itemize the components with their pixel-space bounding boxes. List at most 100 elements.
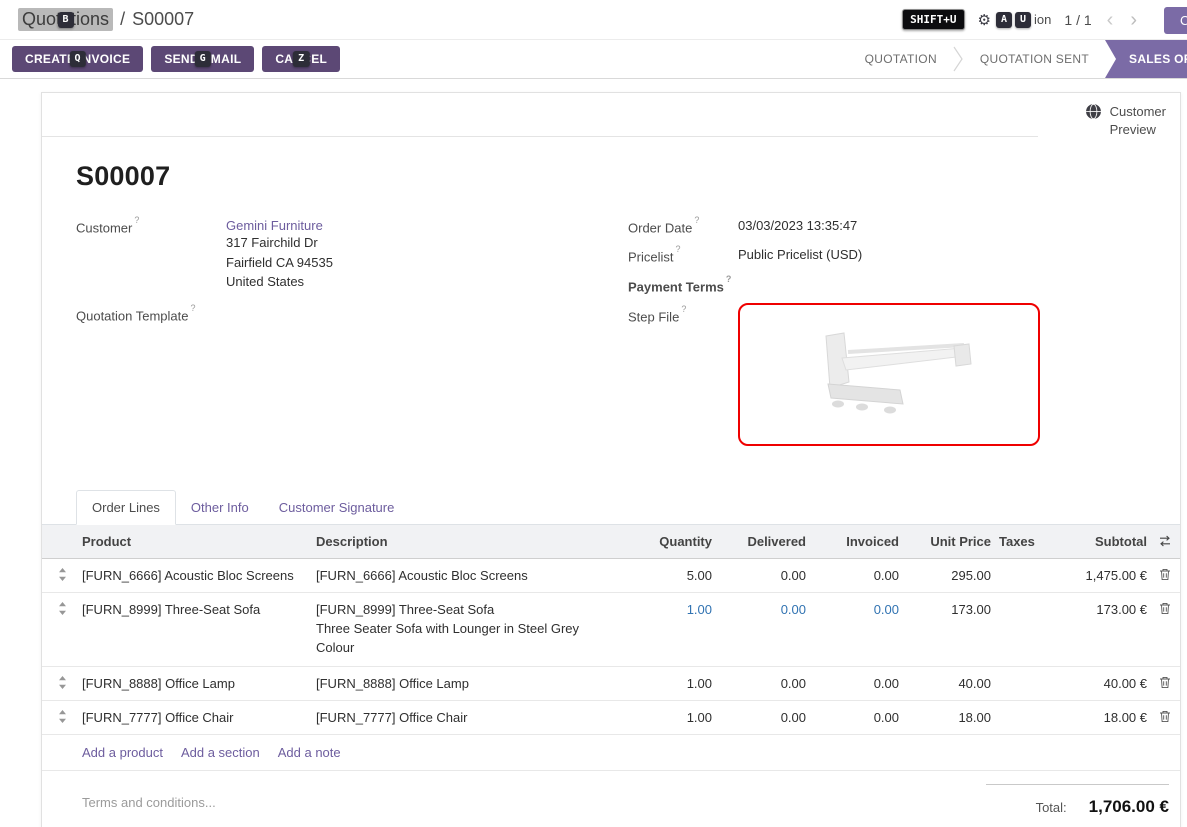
- drag-handle-icon[interactable]: [42, 667, 82, 701]
- payment-terms-field[interactable]: [738, 277, 1180, 295]
- breadcrumb-current: S00007: [132, 9, 194, 30]
- cell-quantity[interactable]: 5.00: [628, 558, 720, 592]
- cell-invoiced[interactable]: 0.00: [814, 701, 907, 735]
- pricelist-field[interactable]: Public Pricelist (USD): [738, 247, 1180, 264]
- pager-previous-icon[interactable]: ‹: [1105, 10, 1116, 30]
- cell-quantity[interactable]: 1.00: [628, 667, 720, 701]
- cell-taxes[interactable]: [999, 667, 1043, 701]
- cell-invoiced[interactable]: 0.00: [814, 667, 907, 701]
- pager[interactable]: 1 / 1: [1064, 12, 1091, 28]
- cell-unit-price[interactable]: 40.00: [907, 667, 999, 701]
- header-quantity: Quantity: [628, 525, 720, 559]
- cell-product[interactable]: [FURN_7777] Office Chair: [82, 701, 316, 735]
- cell-product[interactable]: [FURN_8999] Three-Seat Sofa: [82, 592, 316, 667]
- drag-handle-icon[interactable]: [42, 592, 82, 667]
- stage-quotation-sent[interactable]: QUOTATION SENT: [964, 40, 1105, 78]
- drag-handle-icon[interactable]: [42, 558, 82, 592]
- quotation-template-field[interactable]: [226, 306, 628, 324]
- cell-taxes[interactable]: [999, 592, 1043, 667]
- tab-other-info[interactable]: Other Info: [176, 491, 264, 524]
- statusbar: QUOTATION QUOTATION SENT SALES ORDER: [849, 40, 1187, 78]
- pricelist-label: Pricelist?: [628, 247, 738, 264]
- cell-description[interactable]: [FURN_7777] Office Chair: [316, 701, 628, 735]
- step-file-image[interactable]: [738, 303, 1040, 446]
- hotkey-badge-z: Z: [293, 51, 309, 67]
- pager-next-icon[interactable]: ›: [1128, 10, 1139, 30]
- add-section-link[interactable]: Add a section: [181, 745, 260, 760]
- cell-invoiced[interactable]: 0.00: [814, 592, 907, 667]
- cell-delivered[interactable]: 0.00: [720, 558, 814, 592]
- order-line-row: [FURN_7777] Office Chair [FURN_7777] Off…: [42, 701, 1180, 735]
- cell-unit-price[interactable]: 18.00: [907, 701, 999, 735]
- sheet-divider: [42, 136, 1038, 137]
- cell-delivered[interactable]: 0.00: [720, 667, 814, 701]
- step-file-3d-render: [804, 328, 974, 420]
- delete-row-button[interactable]: [1155, 592, 1180, 667]
- customer-address-line: 317 Fairchild Dr: [226, 233, 628, 253]
- cell-taxes[interactable]: [999, 558, 1043, 592]
- notebook-tabs: Order Lines Other Info Customer Signatur…: [42, 490, 1180, 525]
- order-line-row: [FURN_8999] Three-Seat Sofa [FURN_8999] …: [42, 592, 1180, 667]
- delete-row-button[interactable]: [1155, 558, 1180, 592]
- header-unit-price: Unit Price: [907, 525, 999, 559]
- sheet-footer: Terms and conditions... Total: 1,706.00 …: [42, 771, 1180, 827]
- cell-subtotal: 173.00 €: [1043, 592, 1155, 667]
- payment-terms-label: Payment Terms?: [628, 277, 738, 295]
- cell-subtotal: 1,475.00 €: [1043, 558, 1155, 592]
- cell-subtotal: 18.00 €: [1043, 701, 1155, 735]
- add-product-link[interactable]: Add a product: [82, 745, 163, 760]
- help-icon: ?: [134, 215, 139, 225]
- customer-link[interactable]: Gemini Furniture: [226, 218, 323, 233]
- cell-quantity[interactable]: 1.00: [628, 592, 720, 667]
- content-area: Customer Preview S00007 Customer? Gemini…: [41, 92, 1181, 827]
- form-fields: Customer? Gemini Furniture 317 Fairchild…: [76, 218, 1180, 458]
- cell-product[interactable]: [FURN_8888] Office Lamp: [82, 667, 316, 701]
- quotation-template-label: Quotation Template?: [76, 306, 226, 324]
- cell-product[interactable]: [FURN_6666] Acoustic Bloc Screens: [82, 558, 316, 592]
- stage-sales-order[interactable]: SALES ORDER: [1105, 40, 1187, 78]
- order-date-field[interactable]: 03/03/2023 13:35:47: [738, 218, 1180, 235]
- help-icon: ?: [191, 303, 196, 313]
- table-footer-links: Add a product Add a section Add a note: [42, 735, 1180, 771]
- breadcrumb: Quotations B / S00007: [18, 8, 194, 31]
- send-email-button[interactable]: SEND EMAIL G: [151, 46, 254, 72]
- add-note-link[interactable]: Add a note: [278, 745, 341, 760]
- cell-description[interactable]: [FURN_6666] Acoustic Bloc Screens: [316, 558, 628, 592]
- hotkey-badge-g: G: [195, 51, 211, 67]
- optional-columns-icon[interactable]: [1155, 525, 1180, 559]
- help-icon: ?: [681, 304, 686, 314]
- drag-handle-icon[interactable]: [42, 701, 82, 735]
- cell-quantity[interactable]: 1.00: [628, 701, 720, 735]
- gear-icon: ⚙: [978, 11, 991, 29]
- cell-delivered[interactable]: 0.00: [720, 592, 814, 667]
- order-date-label: Order Date?: [628, 218, 738, 235]
- hotkey-badge-shift-u: SHIFT+U: [902, 9, 964, 30]
- cell-invoiced[interactable]: 0.00: [814, 558, 907, 592]
- breadcrumb-quotations-link[interactable]: Quotations B: [18, 8, 113, 31]
- header-invoiced: Invoiced: [814, 525, 907, 559]
- delete-row-button[interactable]: [1155, 667, 1180, 701]
- help-icon: ?: [694, 215, 699, 225]
- header-description: Description: [316, 525, 628, 559]
- delete-row-button[interactable]: [1155, 701, 1180, 735]
- create-button[interactable]: Create: [1164, 7, 1187, 34]
- cancel-button[interactable]: CANCEL Z: [262, 46, 340, 72]
- chevron-right-icon: [953, 40, 964, 78]
- cell-unit-price[interactable]: 173.00: [907, 592, 999, 667]
- stage-quotation[interactable]: QUOTATION: [849, 40, 953, 78]
- create-invoice-button[interactable]: CREATE INVOICE Q: [12, 46, 143, 72]
- cell-taxes[interactable]: [999, 701, 1043, 735]
- cell-description[interactable]: [FURN_8888] Office Lamp: [316, 667, 628, 701]
- tab-order-lines[interactable]: Order Lines: [76, 490, 176, 525]
- hotkey-badge-q: Q: [69, 51, 85, 67]
- cell-subtotal: 40.00 €: [1043, 667, 1155, 701]
- cell-description[interactable]: [FURN_8999] Three-Seat Sofa Three Seater…: [316, 592, 628, 667]
- cell-delivered[interactable]: 0.00: [720, 701, 814, 735]
- action-menu-button[interactable]: ⚙ A U ion: [978, 11, 1052, 29]
- order-line-row: [FURN_8888] Office Lamp [FURN_8888] Offi…: [42, 667, 1180, 701]
- cell-unit-price[interactable]: 295.00: [907, 558, 999, 592]
- customer-preview-button[interactable]: Customer Preview: [1085, 103, 1166, 138]
- tab-customer-signature[interactable]: Customer Signature: [264, 491, 410, 524]
- terms-and-conditions-field[interactable]: Terms and conditions...: [82, 795, 216, 810]
- total-label: Total:: [1036, 800, 1067, 815]
